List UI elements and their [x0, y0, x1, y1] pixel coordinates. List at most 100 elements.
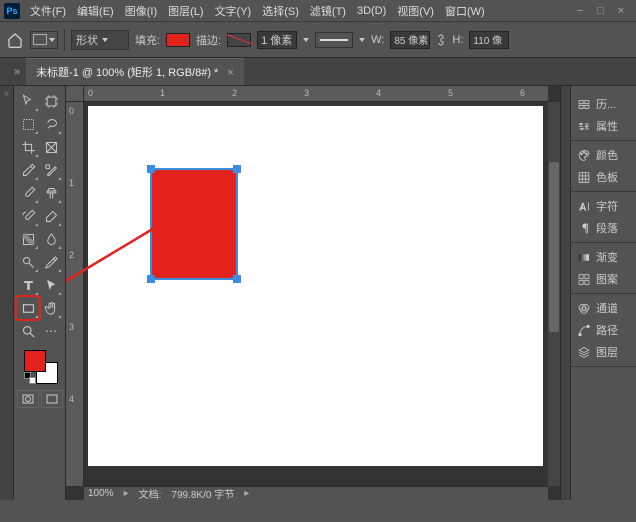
height-input[interactable]: 110 像: [469, 31, 509, 49]
tool-mode-value: 形状: [76, 32, 98, 48]
dodge-tool[interactable]: [17, 251, 39, 273]
status-bar: 100% ▸ 文档: 799.8K/0 字节 ▸: [84, 486, 548, 500]
stroke-width-value: 1 像素: [261, 32, 292, 48]
menu-window[interactable]: 窗口(W): [440, 1, 490, 21]
width-input[interactable]: 85 像素: [390, 31, 430, 49]
transform-handle-bl[interactable]: [147, 275, 155, 283]
document-tab-row: » 未标题-1 @ 100% (矩形 1, RGB/8#) * ×: [0, 58, 636, 86]
gradient-icon: [576, 251, 591, 264]
menu-filter[interactable]: 滤镜(T): [305, 1, 351, 21]
panel-pattern[interactable]: 图案: [571, 268, 636, 290]
move-tool[interactable]: [17, 90, 39, 112]
status-flyout-icon[interactable]: ▸: [124, 488, 129, 499]
pen-tool[interactable]: [40, 251, 62, 273]
home-icon[interactable]: [6, 32, 24, 48]
clone-stamp-tool[interactable]: [40, 182, 62, 204]
menu-bar: Ps 文件(F) 编辑(E) 图像(I) 图层(L) 文字(Y) 选择(S) 滤…: [0, 0, 636, 22]
status-menu-icon[interactable]: ▸: [244, 488, 249, 499]
vertical-ruler[interactable]: 0 1 2 3 4: [66, 102, 84, 486]
panel-dock: 历... 属性 颜色 色板 字符 段落 渐变 图案 通道 路径 图层: [570, 86, 636, 500]
panel-layers[interactable]: 图层: [571, 341, 636, 363]
transform-handle-tr[interactable]: [233, 165, 241, 173]
tool-mode-select[interactable]: 形状: [71, 30, 129, 50]
stroke-color-picker[interactable]: [227, 33, 251, 47]
panel-channels[interactable]: 通道: [571, 297, 636, 319]
panel-gradient[interactable]: 渐变: [571, 246, 636, 268]
gradient-tool[interactable]: [17, 228, 39, 250]
hand-tool[interactable]: [40, 297, 62, 319]
blur-tool[interactable]: [40, 228, 62, 250]
stroke-width-input[interactable]: 1 像素: [257, 31, 297, 49]
menu-3d[interactable]: 3D(D): [352, 3, 391, 19]
history-brush-tool[interactable]: [17, 205, 39, 227]
healing-brush-tool[interactable]: [40, 159, 62, 181]
character-icon: [576, 200, 591, 213]
panel-paths[interactable]: 路径: [571, 319, 636, 341]
fill-color-picker[interactable]: [166, 33, 190, 47]
transform-handle-tl[interactable]: [147, 165, 155, 173]
document-canvas[interactable]: [88, 106, 543, 466]
panel-color[interactable]: 颜色: [571, 144, 636, 166]
link-wh-icon[interactable]: [436, 33, 446, 47]
expand-left-icon[interactable]: »: [4, 88, 9, 500]
width-label: W:: [371, 34, 384, 46]
panel-character[interactable]: 字符: [571, 195, 636, 217]
status-info-label: 文档:: [139, 486, 162, 500]
eyedropper-tool[interactable]: [17, 159, 39, 181]
menu-type[interactable]: 文字(Y): [210, 1, 257, 21]
menu-file[interactable]: 文件(F): [25, 1, 71, 21]
menu-layer[interactable]: 图层(L): [163, 1, 208, 21]
panel-properties[interactable]: 属性: [571, 115, 636, 137]
stroke-style-dropdown-icon[interactable]: [359, 38, 365, 42]
document-tab-close-icon[interactable]: ×: [227, 67, 233, 79]
properties-icon: [576, 120, 591, 133]
height-label: H:: [452, 34, 463, 46]
panel-paragraph[interactable]: 段落: [571, 217, 636, 239]
maximize-button[interactable]: □: [597, 5, 604, 17]
stroke-width-dropdown-icon[interactable]: [303, 38, 309, 42]
scrollbar-thumb[interactable]: [549, 162, 559, 332]
document-tab[interactable]: 未标题-1 @ 100% (矩形 1, RGB/8#) * ×: [26, 58, 244, 85]
frame-tool[interactable]: [40, 136, 62, 158]
marquee-tool[interactable]: [17, 113, 39, 135]
brush-tool[interactable]: [17, 182, 39, 204]
minimize-button[interactable]: −: [576, 5, 582, 17]
channels-icon: [576, 302, 591, 315]
stroke-style-picker[interactable]: [315, 32, 353, 48]
type-tool[interactable]: [17, 274, 39, 296]
crop-tool[interactable]: [17, 136, 39, 158]
ruler-origin[interactable]: [66, 86, 84, 102]
horizontal-ruler[interactable]: 0 1 2 3 4 5 6: [84, 86, 548, 102]
foreground-color-chip[interactable]: [24, 350, 46, 372]
panel-history[interactable]: 历...: [571, 93, 636, 115]
menu-edit[interactable]: 编辑(E): [72, 1, 119, 21]
main-area: » ⋯: [0, 86, 636, 500]
options-bar: 形状 填充: 描边: 1 像素 W: 85 像素 H: 110 像: [0, 22, 636, 58]
transform-handle-br[interactable]: [233, 275, 241, 283]
menu-view[interactable]: 视图(V): [392, 1, 439, 21]
zoom-level[interactable]: 100%: [88, 488, 114, 499]
status-info-value: 799.8K/0 字节: [171, 486, 234, 500]
eraser-tool[interactable]: [40, 205, 62, 227]
menu-select[interactable]: 选择(S): [257, 1, 304, 21]
screen-mode-button[interactable]: [41, 390, 63, 408]
default-colors-icon[interactable]: [24, 372, 36, 384]
close-button[interactable]: ×: [618, 5, 624, 17]
edit-toolbar-button[interactable]: ⋯: [40, 320, 62, 342]
paths-icon: [576, 324, 591, 337]
zoom-tool[interactable]: [17, 320, 39, 342]
toolbox: ⋯: [14, 86, 66, 500]
color-chips: [22, 348, 58, 384]
menu-image[interactable]: 图像(I): [120, 1, 162, 21]
lasso-tool[interactable]: [40, 113, 62, 135]
tool-preset-picker[interactable]: [30, 31, 58, 49]
rectangle-tool[interactable]: [17, 297, 39, 319]
tab-flyout-icon[interactable]: »: [14, 66, 24, 78]
document-tab-title: 未标题-1 @ 100% (矩形 1, RGB/8#) *: [36, 67, 218, 79]
quickmask-button[interactable]: [17, 390, 39, 408]
rectangle-shape[interactable]: [150, 168, 238, 280]
path-select-tool[interactable]: [40, 274, 62, 296]
panel-swatches[interactable]: 色板: [571, 166, 636, 188]
vertical-scrollbar[interactable]: [548, 102, 560, 486]
artboard-tool[interactable]: [40, 90, 62, 112]
